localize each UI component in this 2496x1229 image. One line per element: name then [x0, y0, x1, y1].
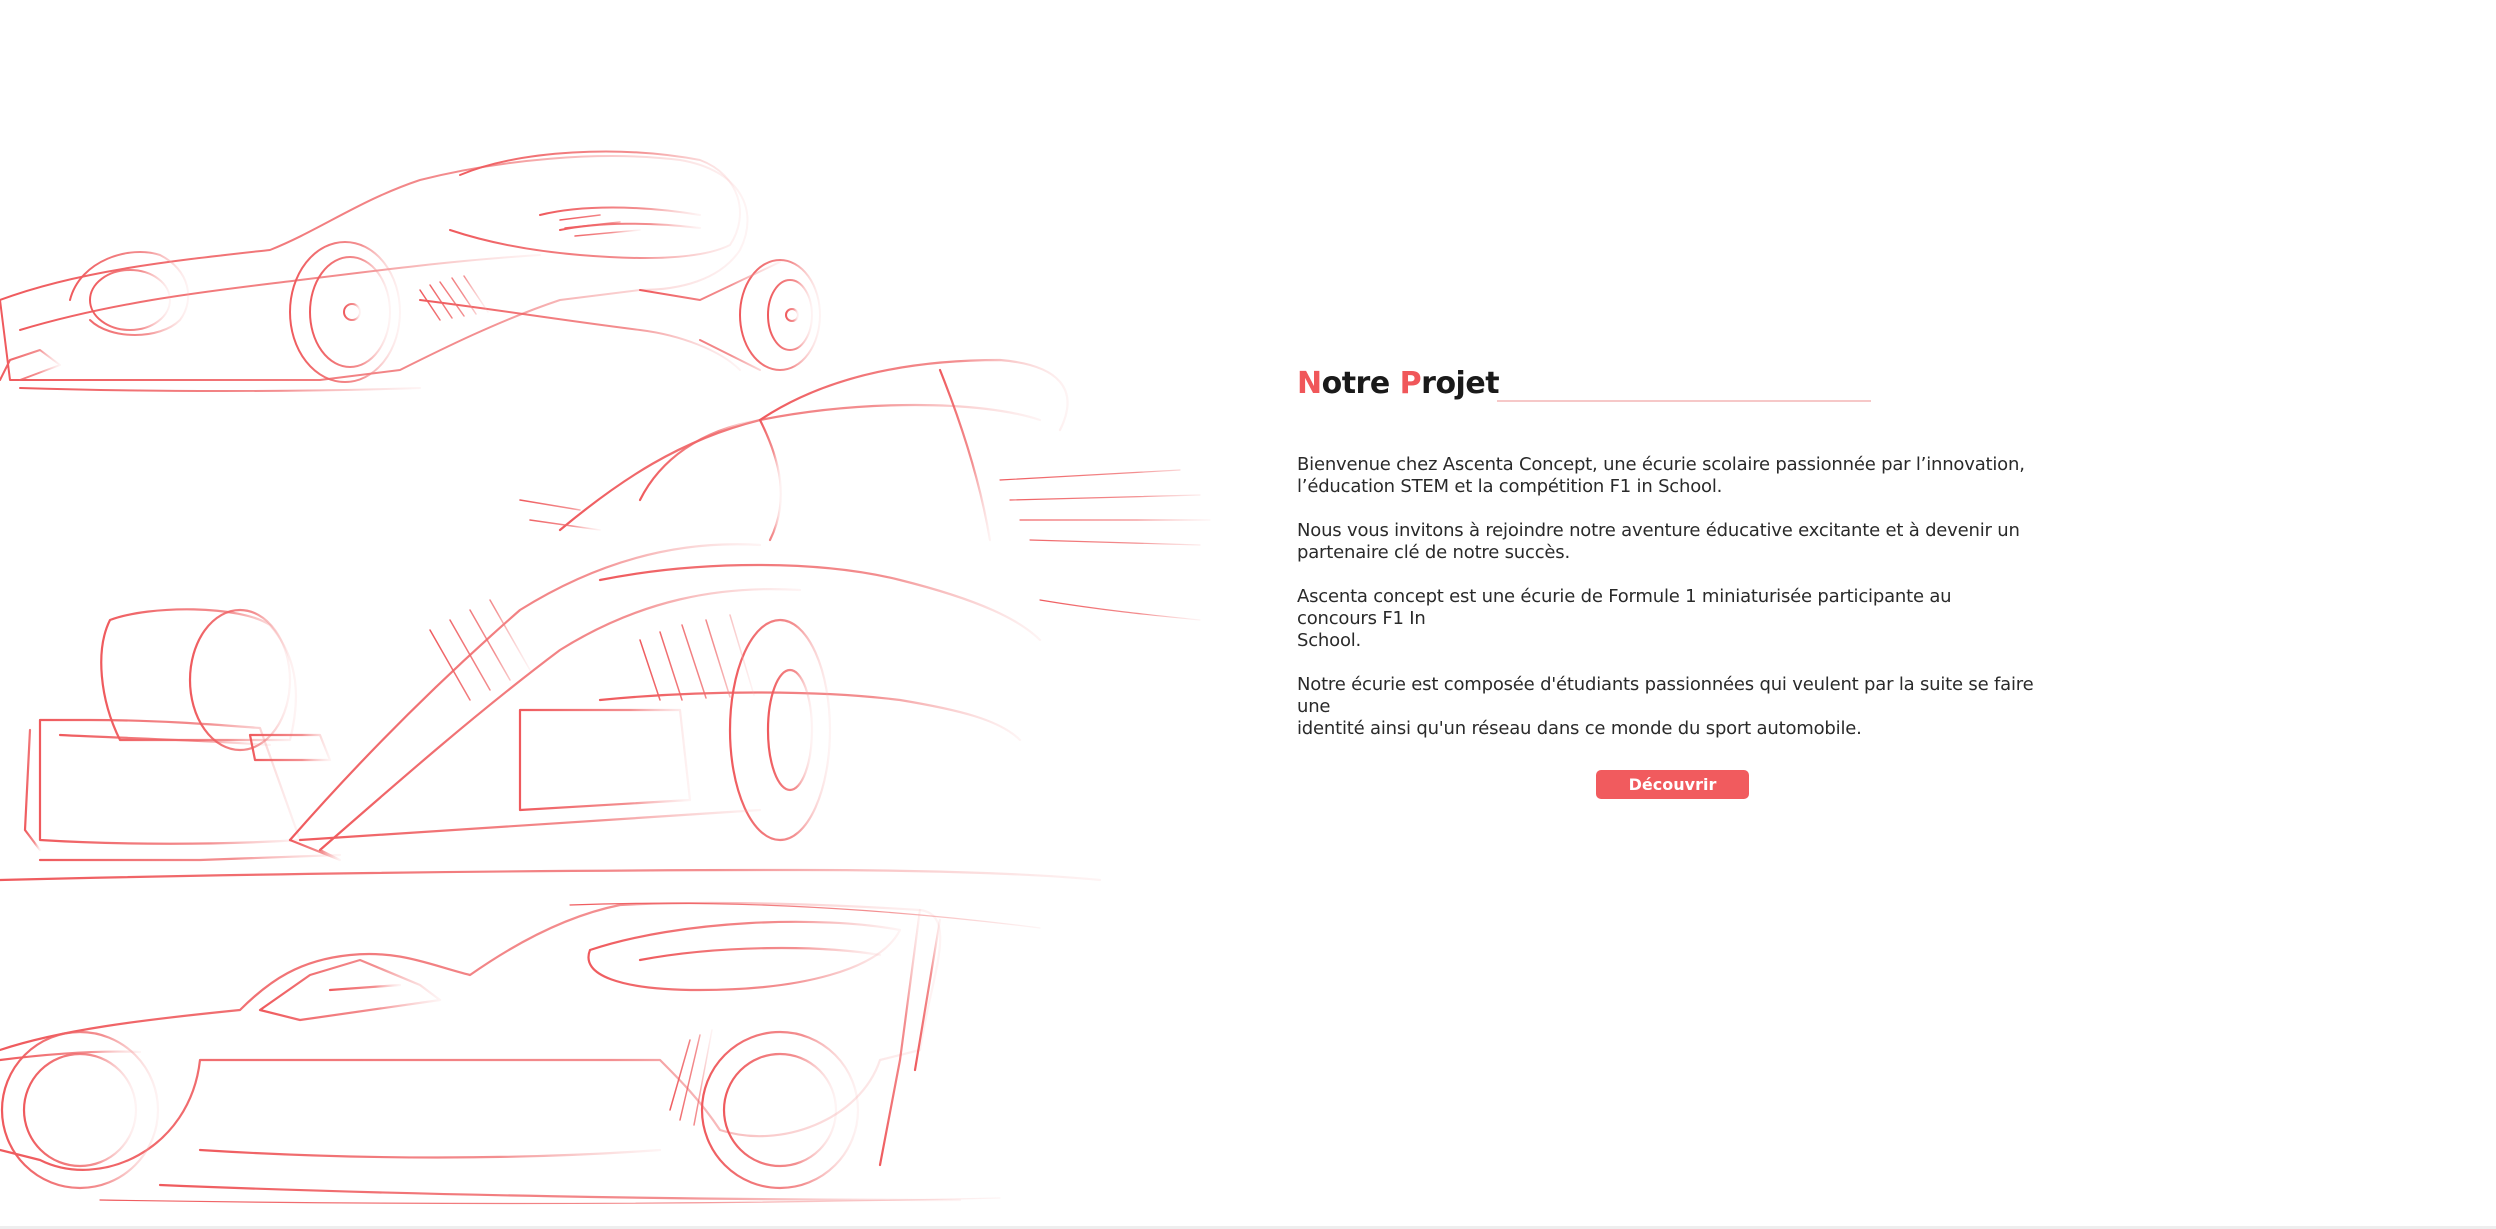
- paragraph-line: concours F1 In: [1297, 608, 1426, 629]
- paragraph-line: identité ainsi qu'un réseau dans ce mond…: [1297, 718, 1862, 739]
- paragraph-line: une: [1297, 696, 1331, 717]
- title-part: otre: [1321, 366, 1400, 401]
- section-title: Notre Projet: [1297, 364, 2057, 404]
- race-car-sketch-illustration: [0, 150, 1211, 1205]
- top-car-sketch: [0, 150, 821, 392]
- section-header: Notre Projet: [1297, 364, 2057, 408]
- intro-paragraph: Bienvenue chez Ascenta Concept, une écur…: [1297, 454, 2057, 498]
- middle-car-sketch: [0, 358, 1211, 882]
- title-part: P: [1399, 366, 1422, 401]
- project-section: Notre Projet Bienvenue chez Ascenta Conc…: [1297, 364, 2057, 799]
- invitation-paragraph: Nous vous invitons à rejoindre notre ave…: [1297, 520, 2057, 564]
- bottom-car-sketch: [0, 901, 1041, 1205]
- paragraph-line: Notre écurie est composée d'étudiants pa…: [1297, 674, 2034, 695]
- page: Notre Projet Bienvenue chez Ascenta Conc…: [0, 0, 2496, 1229]
- paragraph-line: Nous vous invitons à rejoindre notre ave…: [1297, 520, 2020, 541]
- paragraph-line: Ascenta concept est une écurie de Formul…: [1297, 586, 1952, 607]
- paragraph-line: School.: [1297, 630, 1362, 651]
- discover-button[interactable]: Découvrir: [1596, 770, 1749, 799]
- students-paragraph: Notre écurie est composée d'étudiants pa…: [1297, 674, 2057, 740]
- paragraph-line: partenaire clé de notre succès.: [1297, 542, 1570, 563]
- paragraph-list: Bienvenue chez Ascenta Concept, une écur…: [1297, 454, 2057, 740]
- title-part: N: [1297, 366, 1322, 401]
- title-underline-divider: [1497, 400, 1871, 402]
- team-description-paragraph: Ascenta concept est une écurie de Formul…: [1297, 586, 2057, 652]
- paragraph-line: l’éducation STEM et la compétition F1 in…: [1297, 476, 1723, 497]
- title-part: rojet: [1421, 366, 1500, 401]
- paragraph-line: Bienvenue chez Ascenta Concept, une écur…: [1297, 454, 2025, 475]
- cta-wrapper: Découvrir: [1596, 770, 1749, 799]
